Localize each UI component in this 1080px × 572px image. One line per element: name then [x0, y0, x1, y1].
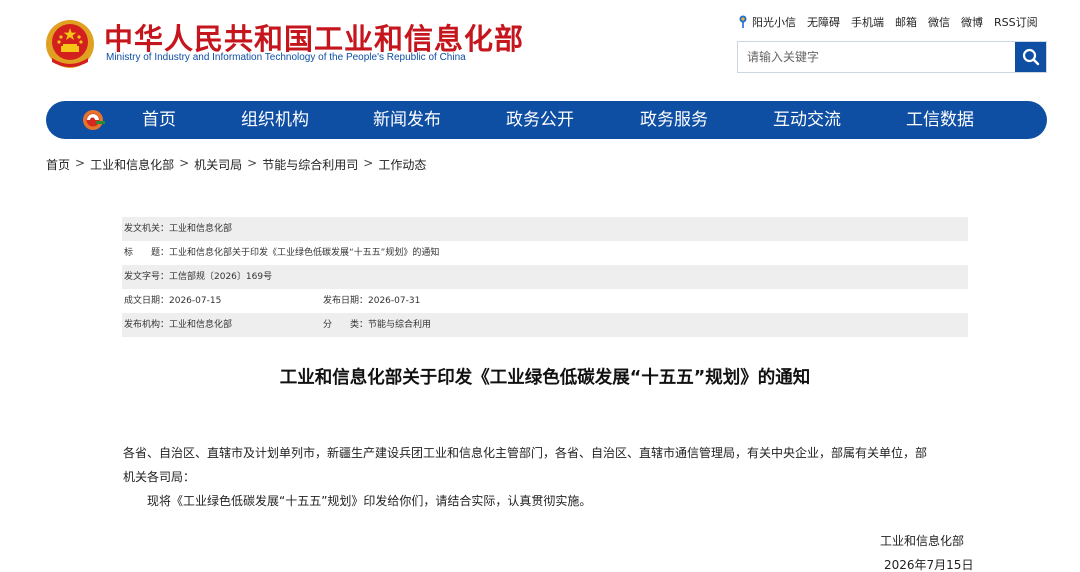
toplink-weibo[interactable]: 微博: [961, 14, 983, 30]
breadcrumb-separator: >: [247, 156, 258, 170]
meta-row: 发布机构：工业和信息化部 分 类：节能与综合利用: [122, 313, 968, 337]
toplink-wechat[interactable]: 微信: [928, 14, 950, 30]
nav-government-services[interactable]: 政务服务: [640, 101, 708, 139]
meta-created-date: 成文日期：2026-07-15: [124, 296, 222, 306]
meta-row: 发文机关：工业和信息化部: [122, 217, 968, 241]
document-metadata: 发文机关：工业和信息化部 标 题：工业和信息化部关于印发《工业绿色低碳发展“十五…: [122, 217, 968, 337]
national-emblem-icon: [46, 20, 94, 68]
breadcrumb-separator: >: [75, 156, 86, 170]
meta-row: 发文字号：工信部规〔2026〕169号: [122, 265, 968, 289]
document-paragraph: 现将《工业绿色低碳发展“十五五”规划》印发给你们，请结合实际，认真贯彻实施。: [147, 494, 592, 508]
breadcrumb: 首页 > 工业和信息化部 > 机关司局 > 节能与综合利用司 > 工作动态: [46, 156, 426, 173]
meta-row: 标 题：工业和信息化部关于印发《工业绿色低碳发展“十五五”规划》的通知: [122, 241, 968, 265]
meta-publisher: 发布机构：工业和信息化部: [124, 320, 233, 330]
breadcrumb-ministry[interactable]: 工业和信息化部: [90, 156, 174, 173]
document-recipients: 各省、自治区、直辖市及计划单列市，新疆生产建设兵团工业和信息化主管部门，各省、自…: [123, 446, 928, 460]
signature-date: 2026年7月15日: [884, 558, 974, 572]
breadcrumb-work-updates[interactable]: 工作动态: [378, 156, 426, 173]
site-title-english: Ministry of Industry and Information Tec…: [106, 52, 466, 63]
meta-doc-number: 发文字号：工信部规〔2026〕169号: [124, 272, 273, 282]
breadcrumb-separator: >: [179, 156, 190, 170]
nav-news[interactable]: 新闻发布: [373, 101, 441, 139]
meta-category: 分 类：节能与综合利用: [323, 320, 432, 330]
breadcrumb-departments[interactable]: 机关司局: [194, 156, 242, 173]
nav-data[interactable]: 工信数据: [906, 101, 974, 139]
nav-home[interactable]: 首页: [142, 101, 176, 139]
breadcrumb-separator: >: [363, 156, 374, 170]
meta-issuer: 发文机关：工业和信息化部: [124, 224, 233, 234]
nav-organization[interactable]: 组织机构: [241, 101, 309, 139]
top-links: 阳光小信 无障碍 手机端 邮箱 微信 微博 RSS订阅: [738, 14, 1038, 30]
nav-interaction[interactable]: 互动交流: [773, 101, 841, 139]
signature-organization: 工业和信息化部: [880, 534, 965, 548]
meta-title: 标 题：工业和信息化部关于印发《工业绿色低碳发展“十五五”规划》的通知: [124, 248, 440, 258]
sunshine-icon: [739, 15, 747, 28]
toplink-accessibility[interactable]: 无障碍: [807, 14, 840, 30]
nav-government-affairs[interactable]: 政务公开: [506, 101, 574, 139]
breadcrumb-energy-department[interactable]: 节能与综合利用司: [262, 156, 358, 173]
document-body: 各省、自治区、直辖市及计划单列市，新疆生产建设兵团工业和信息化主管部门，各省、自…: [123, 441, 971, 513]
toplink-rss[interactable]: RSS订阅: [994, 14, 1038, 30]
meta-published-date: 发布日期：2026-07-31: [323, 296, 421, 306]
toplink-sunshine[interactable]: 阳光小信: [752, 14, 796, 30]
ministry-logo-icon: [83, 110, 105, 130]
search-button[interactable]: [1015, 42, 1046, 72]
search-input[interactable]: [738, 42, 1015, 72]
toplink-email[interactable]: 邮箱: [895, 14, 917, 30]
toplink-mobile[interactable]: 手机端: [851, 14, 884, 30]
meta-row: 成文日期：2026-07-15 发布日期：2026-07-31: [122, 289, 968, 313]
breadcrumb-home[interactable]: 首页: [46, 156, 70, 173]
document-title: 工业和信息化部关于印发《工业绿色低碳发展“十五五”规划》的通知: [279, 368, 811, 388]
search-box: [737, 41, 1047, 73]
document-recipients-cont: 机关各司局：: [123, 470, 196, 484]
search-icon: [1022, 48, 1039, 66]
main-nav: 首页 组织机构 新闻发布 政务公开 政务服务 互动交流 工信数据: [46, 101, 1047, 139]
